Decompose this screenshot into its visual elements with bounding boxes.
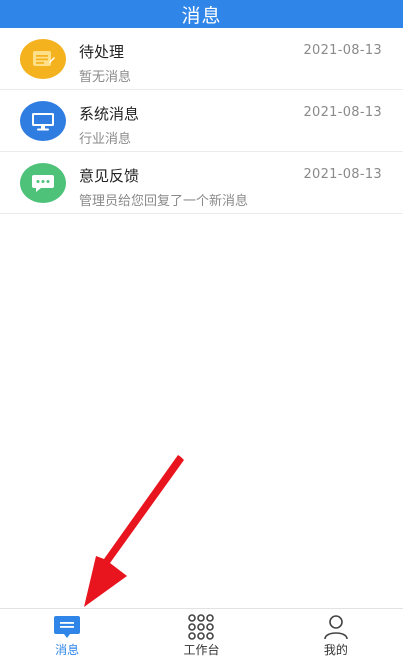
tab-label: 消息 [55, 643, 80, 657]
tab-workbench[interactable]: 工作台 [134, 609, 268, 658]
message-list: 待处理 暂无消息 2021-08-13 系统消息 行业消息 2021-08-13… [0, 28, 403, 214]
grid-icon [186, 614, 216, 640]
chat-bubble-icon [20, 163, 66, 203]
page-title: 消息 [181, 4, 222, 27]
tab-messages[interactable]: 消息 [0, 609, 134, 658]
item-title: 待处理 [79, 43, 125, 61]
monitor-icon [20, 101, 66, 141]
item-time: 2021-08-13 [303, 43, 382, 58]
list-item-pending[interactable]: 待处理 暂无消息 2021-08-13 [0, 28, 403, 90]
user-icon [321, 614, 351, 640]
item-time: 2021-08-13 [303, 105, 382, 120]
message-icon [52, 614, 82, 640]
list-item-feedback[interactable]: 意见反馈 管理员给您回复了一个新消息 2021-08-13 [0, 152, 403, 214]
tab-profile[interactable]: 我的 [269, 609, 403, 658]
tab-label: 工作台 [183, 643, 220, 657]
bottom-tab-bar: 消息 工作台 我的 [0, 608, 403, 658]
app-header: 消息 [0, 0, 403, 28]
item-subtitle: 管理员给您回复了一个新消息 [79, 194, 249, 209]
document-icon [20, 39, 66, 79]
item-subtitle: 行业消息 [79, 132, 132, 147]
item-title: 意见反馈 [79, 167, 140, 185]
item-title: 系统消息 [79, 105, 140, 123]
tab-label: 我的 [323, 643, 348, 657]
item-time: 2021-08-13 [303, 167, 382, 182]
list-item-system[interactable]: 系统消息 行业消息 2021-08-13 [0, 90, 403, 152]
item-subtitle: 暂无消息 [79, 70, 132, 85]
